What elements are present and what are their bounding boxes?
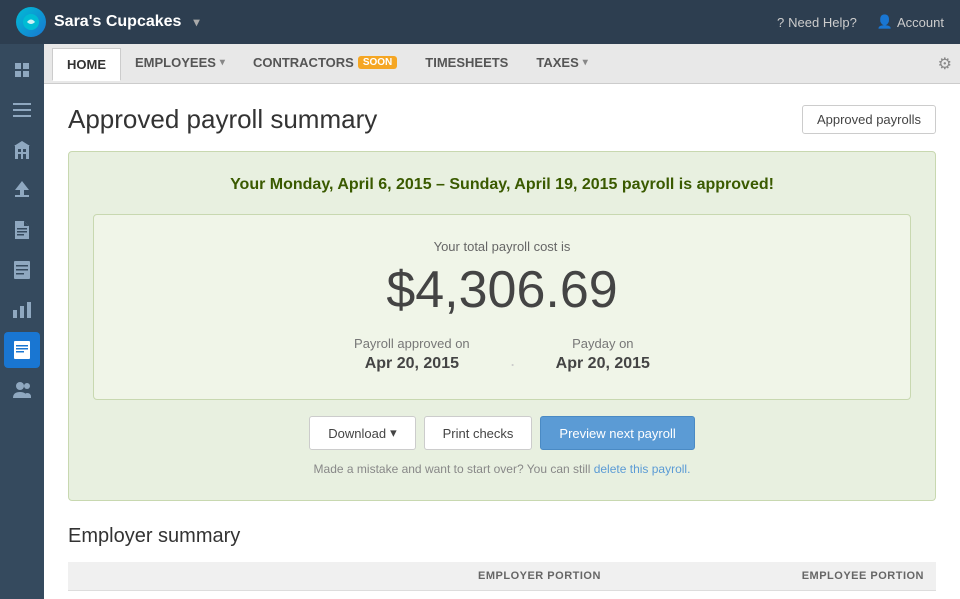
employer-summary-title: Employer summary: [68, 525, 936, 548]
page-content: Approved payroll summary Approved payrol…: [44, 84, 960, 599]
table-row: Gross wages 3,923.08: [68, 591, 936, 599]
summary-box: Your Monday, April 6, 2015 – Sunday, Apr…: [68, 151, 936, 501]
app-name: Sara's Cupcakes: [54, 13, 181, 31]
payday-date-item: Payday on Apr 20, 2015: [556, 336, 650, 375]
cost-amount: $4,306.69: [118, 260, 886, 320]
sidebar-item-upload[interactable]: [4, 172, 40, 208]
tab-home[interactable]: HOME: [52, 48, 121, 81]
employer-summary-table: EMPLOYER PORTION EMPLOYEE PORTION Gross …: [68, 562, 936, 599]
sidebar-item-list[interactable]: [4, 92, 40, 128]
sidebar: [0, 44, 44, 599]
download-button[interactable]: Download ▾: [309, 416, 415, 450]
app-dropdown-icon[interactable]: ▾: [193, 15, 199, 29]
account-link[interactable]: 👤 Account: [877, 14, 944, 30]
print-checks-button[interactable]: Print checks: [424, 416, 533, 450]
top-nav: Sara's Cupcakes ▾ ? Need Help? 👤 Account: [0, 0, 960, 44]
sidebar-item-document[interactable]: [4, 212, 40, 248]
row-label: Gross wages: [68, 591, 289, 599]
approved-date-item: Payroll approved on Apr 20, 2015: [354, 336, 470, 375]
date-separator: ·: [510, 336, 516, 375]
page-header: Approved payroll summary Approved payrol…: [68, 104, 936, 135]
payday-date: Apr 20, 2015: [556, 355, 650, 373]
sidebar-item-payroll[interactable]: [4, 332, 40, 368]
top-nav-right: ? Need Help? 👤 Account: [777, 14, 944, 30]
sidebar-item-building[interactable]: [4, 132, 40, 168]
col-header-employer: EMPLOYER PORTION: [289, 562, 613, 591]
content-area: HOME EMPLOYEES ▾ CONTRACTORS SOON TIMESH…: [44, 44, 960, 599]
preview-next-payroll-button[interactable]: Preview next payroll: [540, 416, 694, 450]
tab-timesheets[interactable]: TIMESHEETS: [411, 47, 522, 80]
main-layout: HOME EMPLOYEES ▾ CONTRACTORS SOON TIMESH…: [0, 44, 960, 599]
payroll-dates: Payroll approved on Apr 20, 2015 · Payda…: [118, 336, 886, 375]
payday-label: Payday on: [572, 336, 633, 351]
summary-box-title: Your Monday, April 6, 2015 – Sunday, Apr…: [93, 176, 911, 194]
logo-icon: [16, 7, 46, 37]
approved-date: Apr 20, 2015: [365, 355, 459, 373]
app-logo[interactable]: Sara's Cupcakes ▾: [16, 7, 199, 37]
help-link[interactable]: ? Need Help?: [777, 15, 857, 30]
sidebar-item-people[interactable]: [4, 372, 40, 408]
col-header-label: [68, 562, 289, 591]
row-employer: [289, 591, 613, 599]
approved-label: Payroll approved on: [354, 336, 470, 351]
tab-taxes[interactable]: TAXES ▾: [522, 47, 601, 80]
tab-bar: HOME EMPLOYEES ▾ CONTRACTORS SOON TIMESH…: [44, 44, 960, 84]
page-title: Approved payroll summary: [68, 104, 377, 135]
account-icon: 👤: [877, 14, 893, 30]
taxes-caret-icon: ▾: [583, 57, 588, 68]
contractors-soon-badge: SOON: [358, 56, 397, 69]
tab-contractors[interactable]: CONTRACTORS SOON: [239, 47, 411, 80]
delete-payroll-link[interactable]: delete this payroll.: [594, 462, 691, 476]
download-caret-icon: ▾: [390, 425, 397, 441]
help-icon: ?: [777, 15, 784, 30]
action-buttons: Download ▾ Print checks Preview next pay…: [93, 416, 911, 450]
mistake-text: Made a mistake and want to start over? Y…: [93, 462, 911, 476]
approved-payrolls-button[interactable]: Approved payrolls: [802, 105, 936, 134]
employees-caret-icon: ▾: [220, 57, 225, 68]
sidebar-item-home[interactable]: [4, 52, 40, 88]
col-header-employee: EMPLOYEE PORTION: [613, 562, 936, 591]
tab-employees[interactable]: EMPLOYEES ▾: [121, 47, 239, 80]
sidebar-item-checklist[interactable]: [4, 252, 40, 288]
employer-summary-section: Employer summary EMPLOYER PORTION EMPLOY…: [68, 525, 936, 599]
inner-summary-box: Your total payroll cost is $4,306.69 Pay…: [93, 214, 911, 400]
sidebar-item-chart[interactable]: [4, 292, 40, 328]
settings-icon[interactable]: ⚙: [938, 54, 952, 74]
cost-label: Your total payroll cost is: [118, 239, 886, 254]
row-employee: 3,923.08: [613, 591, 936, 599]
